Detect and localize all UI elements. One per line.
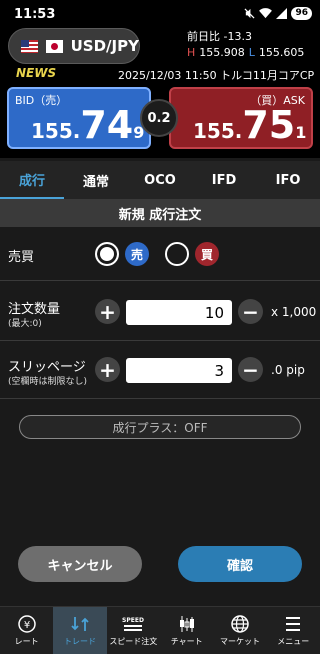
buy-radio[interactable] [165,242,189,266]
low-label: L [248,46,255,59]
quantity-unit: x 1,000 [271,305,317,319]
news-label: NEWS [16,66,57,80]
divider [0,398,320,399]
chart-icon [179,616,194,632]
slippage-unit: .0 pip [271,363,305,377]
nav-menu-label: メニュー [277,637,310,646]
nav-market[interactable]: マーケット [213,607,266,654]
tab-ifo[interactable]: IFO [256,161,320,199]
cancel-button[interactable]: キャンセル [18,546,142,582]
slippage-label: スリッページ [8,360,86,375]
order-type-tabs: 成行 通常 OCO IFD IFO [0,161,320,199]
us-flag-icon [21,39,38,53]
system-icons: 96 [244,7,312,20]
svg-text:¥: ¥ [23,620,29,631]
slippage-minus-button[interactable]: − [238,357,263,382]
nav-chart[interactable]: チャート [160,607,213,654]
side-label: 売買 [8,250,35,265]
bid-price: 155. 74 9 [31,105,144,145]
status-clock: 11:53 [14,7,56,22]
battery-icon: 96 [291,7,312,20]
high-label: H [187,46,196,59]
tab-oco[interactable]: OCO [128,161,192,199]
nav-chart-label: チャート [170,637,203,646]
high-low-row: H 155.908 L 155.605 [187,46,304,59]
quantity-input[interactable]: 10 [126,300,232,325]
mute-icon [244,8,255,19]
confirm-button[interactable]: 確認 [178,546,302,582]
sell-radio[interactable] [95,242,119,266]
market-plus-toggle[interactable]: 成行プラス：OFF [19,415,301,439]
nav-menu[interactable]: メニュー [267,607,320,654]
svg-text:SPEED: SPEED [122,617,144,624]
low-value: 155.605 [258,46,305,59]
tab-ifd[interactable]: IFD [192,161,256,199]
ask-price: 155. 75 1 [193,105,306,145]
slippage-plus-button[interactable]: + [95,357,120,382]
menu-icon [286,617,301,631]
signal-icon [276,8,288,19]
sell-badge[interactable]: 売 [125,242,149,266]
tab-market[interactable]: 成行 [0,161,64,199]
nav-trade[interactable]: トレード [53,607,107,654]
bid-price-button[interactable]: BID（売） 155. 74 9 [7,87,151,149]
divider [0,340,320,341]
trade-icon [71,617,89,631]
bid-price-main: 74 [80,103,134,147]
speed-icon: SPEED [122,617,144,631]
day-change: 前日比 -13.3 [187,30,252,43]
jp-flag-icon [45,39,63,53]
ask-price-prefix: 155. [193,119,243,143]
quantity-label: 注文数量 [8,302,61,317]
spread-badge: 0.2 [140,99,178,137]
nav-rate-label: レート [14,637,39,646]
buy-badge[interactable]: 買 [195,242,219,266]
news-headline[interactable]: 2025/12/03 11:50 トルコ11月コアCP [118,67,320,83]
rate-icon: ¥ [17,615,36,633]
high-value: 155.908 [199,46,245,59]
slippage-note: (空欄時は制限なし) [8,377,88,387]
quantity-plus-button[interactable]: + [95,299,120,324]
currency-pair-label: USD/JPY [70,37,139,55]
currency-pair-selector[interactable]: USD/JPY [8,28,140,64]
ask-price-fraction: 1 [295,123,307,142]
ask-price-button[interactable]: （買）ASK 155. 75 1 [169,87,313,149]
tab-limit[interactable]: 通常 [64,161,128,199]
wifi-icon [259,8,273,19]
ask-price-main: 75 [242,103,296,147]
bid-price-prefix: 155. [31,119,81,143]
nav-speed[interactable]: SPEED スピード注文 [107,607,160,654]
nav-market-label: マーケット [219,637,260,646]
nav-rate[interactable]: ¥ レート [0,607,53,654]
quantity-minus-button[interactable]: − [238,299,263,324]
globe-icon [231,615,249,633]
slippage-input[interactable]: 3 [126,358,232,383]
quantity-max-label: (最大:0) [8,319,42,329]
bottom-nav: ¥ レート トレード SPEED スピード注文 チャート マーケット メニュー [0,606,320,654]
section-title: 新規 成行注文 [0,199,320,227]
divider [0,280,320,281]
nav-speed-label: スピード注文 [109,637,158,646]
nav-trade-label: トレード [63,637,96,646]
